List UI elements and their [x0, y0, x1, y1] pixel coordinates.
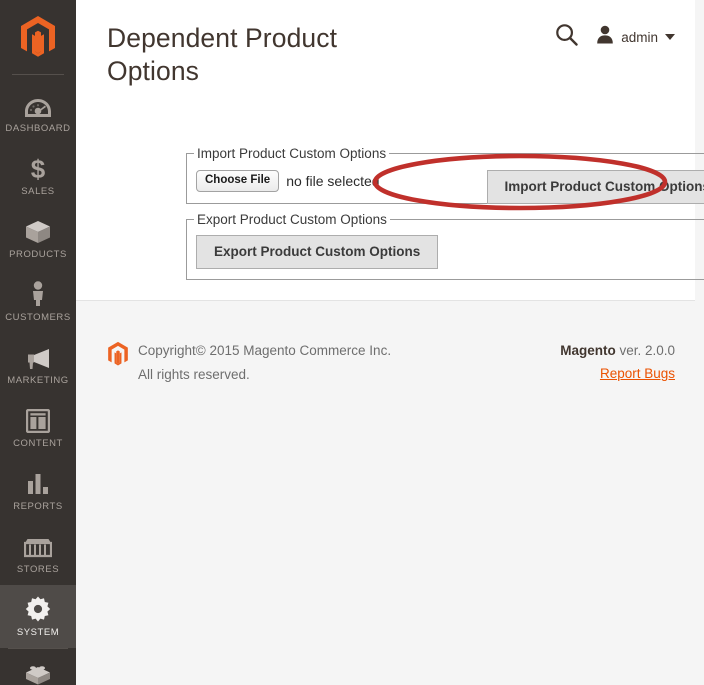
- import-fieldset: Import Product Custom Options Choose Fil…: [186, 146, 704, 204]
- svg-text:$: $: [31, 155, 46, 181]
- sidebar-item-label: SYSTEM: [16, 627, 60, 638]
- brand-name: Magento: [560, 343, 616, 358]
- sidebar-item-label: MARKETING: [7, 375, 69, 386]
- sidebar-item-content[interactable]: CONTENT: [0, 396, 76, 459]
- import-submit-button[interactable]: Import Product Custom Options: [486, 170, 704, 204]
- sidebar-item-stores[interactable]: STORES: [0, 522, 76, 585]
- sidebar-item-label: CONTENT: [13, 438, 63, 449]
- magento-logo-icon: [21, 16, 55, 57]
- megaphone-icon: [25, 344, 51, 370]
- choose-file-button[interactable]: Choose File: [196, 170, 280, 192]
- version-line: Magento ver. 2.0.0: [560, 339, 675, 362]
- layout-panel-icon: [26, 407, 50, 433]
- content-panel: Dependent Product Options admin Import P…: [76, 0, 704, 301]
- export-submit-button[interactable]: Export Product Custom Options: [196, 235, 439, 269]
- sidebar-divider: [12, 74, 64, 75]
- copyright-block: Copyright© 2015 Magento Commerce Inc. Al…: [107, 339, 407, 387]
- file-status-text: no file selected: [286, 173, 380, 189]
- header-actions: admin: [555, 23, 675, 51]
- bar-chart-icon: [26, 470, 50, 496]
- sidebar-item-label: CUSTOMERS: [5, 312, 71, 323]
- import-submit-wrap: Import Product Custom Options: [486, 170, 704, 204]
- forms-area: Import Product Custom Options Choose Fil…: [186, 146, 704, 280]
- export-legend: Export Product Custom Options: [197, 212, 387, 227]
- report-bugs-link[interactable]: Report Bugs: [600, 362, 675, 385]
- magento-logo-icon: [108, 341, 128, 366]
- sidebar-item-label: SALES: [21, 186, 55, 197]
- dollar-sign-icon: $: [29, 155, 47, 181]
- sidebar-item-label: STORES: [16, 564, 60, 575]
- footer-version-block: Magento ver. 2.0.0 Report Bugs: [560, 339, 675, 385]
- version-text: ver. 2.0.0: [615, 343, 675, 358]
- gear-icon: [25, 596, 51, 622]
- sidebar-logo[interactable]: [0, 0, 76, 74]
- chevron-down-icon: [665, 34, 675, 40]
- sidebar-item-label: REPORTS: [13, 501, 63, 512]
- box-icon: [25, 218, 51, 244]
- import-body: Choose File no file selected Import Prod…: [187, 161, 704, 204]
- page-header: Dependent Product Options admin: [76, 0, 695, 88]
- lego-brick-icon: [25, 660, 51, 685]
- page-title: Dependent Product Options: [107, 23, 338, 86]
- person-icon: [30, 281, 46, 307]
- sidebar: DASHBOARD $ SALES PRODUCTS CUSTOMERS MAR…: [0, 0, 76, 685]
- sidebar-item-reports[interactable]: REPORTS: [0, 459, 76, 522]
- admin-username: admin: [621, 29, 658, 45]
- admin-menu[interactable]: admin: [596, 25, 675, 49]
- import-legend: Import Product Custom Options: [197, 146, 387, 161]
- dashboard-gauge-icon: [25, 92, 51, 118]
- sidebar-item-dashboard[interactable]: DASHBOARD: [0, 81, 76, 144]
- user-avatar-icon: [596, 25, 614, 49]
- copyright-text: Copyright© 2015 Magento Commerce Inc. Al…: [138, 343, 392, 382]
- sidebar-item-label: DASHBOARD: [5, 123, 71, 134]
- export-body: Export Product Custom Options: [187, 227, 704, 279]
- magento-admin-page: DASHBOARD $ SALES PRODUCTS CUSTOMERS MAR…: [0, 0, 704, 685]
- export-fieldset: Export Product Custom Options Export Pro…: [186, 212, 704, 280]
- storefront-awning-icon: [24, 533, 52, 559]
- sidebar-item-system[interactable]: SYSTEM: [0, 585, 76, 648]
- page-footer: Copyright© 2015 Magento Commerce Inc. Al…: [76, 301, 695, 685]
- sidebar-item-label: PRODUCTS: [9, 249, 67, 260]
- search-icon[interactable]: [555, 23, 578, 51]
- sidebar-item-products[interactable]: PRODUCTS: [0, 207, 76, 270]
- sidebar-item-find-partners[interactable]: IND PARTNERS: [0, 649, 76, 685]
- sidebar-item-customers[interactable]: CUSTOMERS: [0, 270, 76, 333]
- sidebar-item-marketing[interactable]: MARKETING: [0, 333, 76, 396]
- sidebar-item-sales[interactable]: $ SALES: [0, 144, 76, 207]
